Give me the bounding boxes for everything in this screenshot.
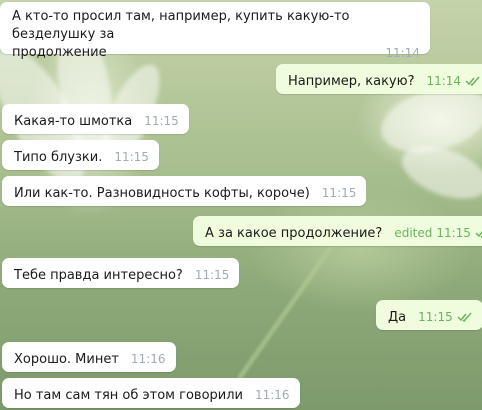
message-time: 11:15 <box>321 186 357 200</box>
message-text: Какая-то шмотка <box>14 114 133 129</box>
message-text-line: продолжение 11:14 <box>12 44 420 62</box>
message-time: 11:15 <box>144 114 179 128</box>
message-time: 11:15 <box>194 268 230 282</box>
double-check-icon <box>475 231 482 238</box>
message-text: Но там сам тян об этом говорили <box>14 388 243 403</box>
message-time: 11:16 <box>130 352 166 366</box>
message-text-line: продолжение <box>12 45 107 60</box>
message-text: Хорошо. Минет <box>14 352 119 367</box>
message-text: Или как-то. Разновидность кофты, короче) <box>14 186 310 201</box>
double-check-icon <box>457 312 472 322</box>
message-text: Например, какую? <box>288 74 415 89</box>
message-time: 11:14 <box>385 46 420 60</box>
message-incoming[interactable]: Какая-то шмотка 11:15 <box>2 104 189 134</box>
message-time: 11:16 <box>254 388 290 402</box>
message-outgoing[interactable]: Например, какую? 11:14 <box>276 64 482 94</box>
wallpaper-stem <box>236 230 345 381</box>
message-incoming[interactable]: Хорошо. Минет 11:16 <box>2 342 176 372</box>
double-check-icon <box>465 76 480 86</box>
message-incoming[interactable]: Типо блузки. 11:15 <box>2 140 159 170</box>
message-text: Типо блузки. <box>14 150 103 165</box>
message-incoming[interactable]: А кто-то просил там, например, купить ка… <box>0 2 430 60</box>
message-time: 11:15 <box>436 226 471 240</box>
message-outgoing[interactable]: А за какое продолжение? edited 11:15 <box>193 216 482 246</box>
message-text: Тебе правда интересно? <box>14 268 183 283</box>
message-text: Да <box>388 310 407 325</box>
message-time: 11:14 <box>426 74 462 88</box>
message-text: А за какое продолжение? <box>205 226 383 241</box>
message-incoming[interactable]: Но там сам тян об этом говорили 11:16 <box>2 378 300 408</box>
message-incoming[interactable]: Тебе правда интересно? 11:15 <box>2 258 240 288</box>
message-incoming[interactable]: Или как-то. Разновидность кофты, короче)… <box>2 176 367 206</box>
message-time: 11:15 <box>114 150 149 164</box>
message-time: 11:15 <box>418 310 453 324</box>
message-text-line: А кто-то просил там, например, купить ка… <box>12 9 350 42</box>
message-outgoing[interactable]: Да 11:15 <box>376 300 482 330</box>
message-edited-label: edited <box>394 226 433 240</box>
